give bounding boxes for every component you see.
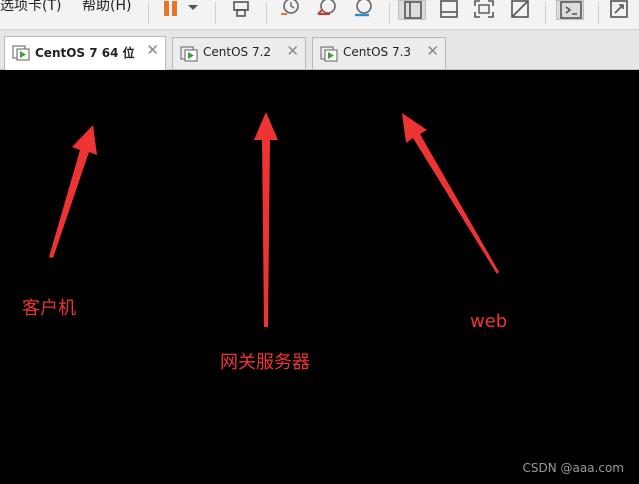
annotation-arrows <box>49 112 499 327</box>
annotation-client: 客户机 <box>22 298 76 319</box>
arrow-to-client-tab <box>49 125 97 258</box>
arrow-to-web-tab <box>402 113 499 274</box>
arrow-to-gateway-tab <box>254 112 278 327</box>
watermark: CSDN @aaa.com <box>522 461 624 475</box>
annotation-web: web <box>470 311 508 332</box>
vmware-workstation-window: 选项卡(T) 帮助(H) CentOS 7 64 位 ✕ CentOS 7.2 … <box>0 0 639 484</box>
annotation-gateway: 网关服务器 <box>220 352 310 373</box>
